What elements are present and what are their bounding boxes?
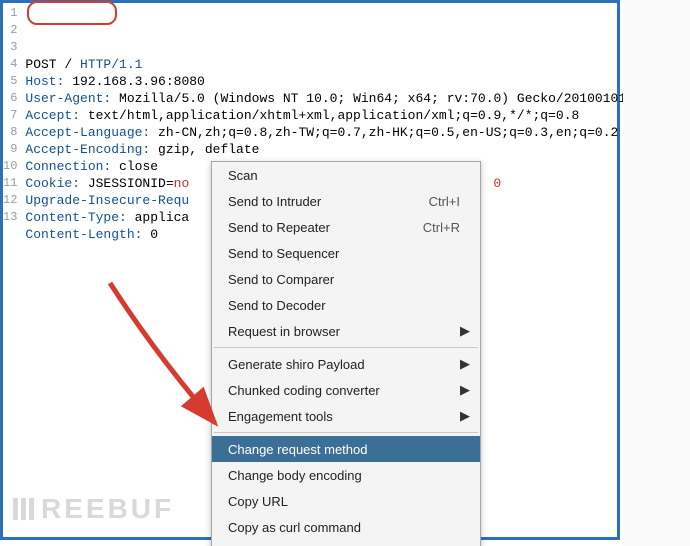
code-line: User-Agent: Mozilla/5.0 (Windows NT 10.0… xyxy=(25,90,690,107)
line-number: 6 xyxy=(3,90,17,107)
menu-item-label: Generate shiro Payload xyxy=(228,357,460,372)
editor-frame: 12345678910111213 POST / HTTP/1.1Host: 1… xyxy=(0,0,620,540)
menu-item-generate-shiro-payload[interactable]: Generate shiro Payload▶ xyxy=(212,351,480,377)
line-number: 5 xyxy=(3,73,17,90)
menu-item-label: Send to Intruder xyxy=(228,194,421,209)
code-line: Accept-Language: zh-CN,zh;q=0.8,zh-TW;q=… xyxy=(25,124,690,141)
line-number: 3 xyxy=(3,39,17,56)
menu-item-chunked-coding-converter[interactable]: Chunked coding converter▶ xyxy=(212,377,480,403)
menu-item-change-body-encoding[interactable]: Change body encoding xyxy=(212,462,480,488)
code-line: Host: 192.168.3.96:8080 xyxy=(25,73,690,90)
menu-item-label: Change request method xyxy=(228,442,460,457)
submenu-arrow-icon: ▶ xyxy=(460,408,470,424)
line-number: 8 xyxy=(3,124,17,141)
line-number: 7 xyxy=(3,107,17,124)
code-line: Accept-Encoding: gzip, deflate xyxy=(25,141,690,158)
line-number: 4 xyxy=(3,56,17,73)
submenu-arrow-icon: ▶ xyxy=(460,382,470,398)
menu-item-send-to-comparer[interactable]: Send to Comparer xyxy=(212,266,480,292)
menu-item-label: Copy URL xyxy=(228,494,460,509)
menu-item-label: Send to Comparer xyxy=(228,272,460,287)
line-number: 11 xyxy=(3,175,17,192)
code-line: POST / HTTP/1.1 xyxy=(25,56,690,73)
watermark: REEBUF xyxy=(13,493,174,527)
menu-item-label: Scan xyxy=(228,168,460,183)
menu-shortcut: Ctrl+I xyxy=(429,194,460,209)
menu-item-label: Change body encoding xyxy=(228,468,460,483)
line-number: 13 xyxy=(3,209,17,226)
menu-item-change-request-method[interactable]: Change request method xyxy=(212,436,480,462)
menu-item-send-to-decoder[interactable]: Send to Decoder xyxy=(212,292,480,318)
menu-item-label: Send to Repeater xyxy=(228,220,415,235)
code-line: Accept: text/html,application/xhtml+xml,… xyxy=(25,107,690,124)
menu-item-send-to-sequencer[interactable]: Send to Sequencer xyxy=(212,240,480,266)
right-margin xyxy=(623,0,690,546)
menu-shortcut: Ctrl+R xyxy=(423,220,460,235)
menu-item-label: Chunked coding converter xyxy=(228,383,460,398)
menu-separator xyxy=(214,347,478,348)
current-line-highlight xyxy=(21,4,690,21)
context-menu[interactable]: Scan Send to Intruder Ctrl+I Send to Repeat… xyxy=(211,161,481,546)
menu-item-engagement-tools[interactable]: Engagement tools▶ xyxy=(212,403,480,429)
line-number: 1 xyxy=(3,5,17,22)
menu-item-copy-url[interactable]: Copy URL xyxy=(212,488,480,514)
menu-item-copy-to-file[interactable]: Copy to file xyxy=(212,540,480,546)
menu-item-scan[interactable]: Scan xyxy=(212,162,480,188)
menu-item-label: Engagement tools xyxy=(228,409,460,424)
line-number: 12 xyxy=(3,192,17,209)
submenu-arrow-icon: ▶ xyxy=(460,323,470,339)
menu-item-label: Send to Decoder xyxy=(228,298,460,313)
line-number: 2 xyxy=(3,22,17,39)
submenu-arrow-icon: ▶ xyxy=(460,356,470,372)
menu-item-copy-as-curl-command[interactable]: Copy as curl command xyxy=(212,514,480,540)
line-number-gutter: 12345678910111213 xyxy=(3,3,21,537)
menu-item-request-in-browser[interactable]: Request in browser▶ xyxy=(212,318,480,344)
menu-item-label: Send to Sequencer xyxy=(228,246,460,261)
line-number: 9 xyxy=(3,141,17,158)
menu-item-label: Copy as curl command xyxy=(228,520,460,535)
menu-item-label: Request in browser xyxy=(228,324,460,339)
line-number: 10 xyxy=(3,158,17,175)
menu-item-send-to-repeater[interactable]: Send to Repeater Ctrl+R xyxy=(212,214,480,240)
menu-separator xyxy=(214,432,478,433)
menu-item-send-to-intruder[interactable]: Send to Intruder Ctrl+I xyxy=(212,188,480,214)
